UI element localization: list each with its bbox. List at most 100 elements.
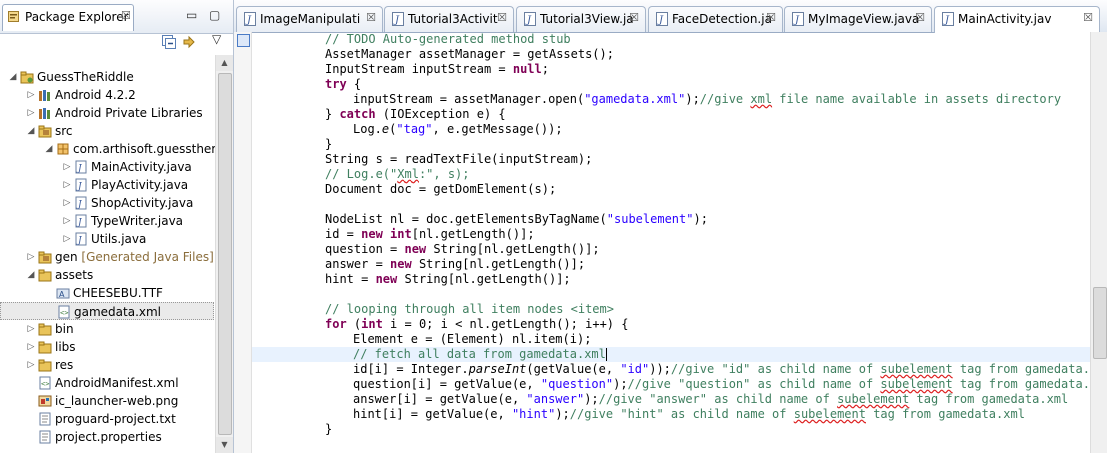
code-line[interactable]: InputStream inputStream = null; [252, 62, 1090, 77]
code-line[interactable]: answer = new String[nl.getLength()]; [252, 257, 1090, 272]
expand-twisty-icon[interactable]: ▷ [26, 86, 36, 104]
code-line[interactable]: for (int i = 0; i < nl.getLength(); i++)… [252, 317, 1090, 332]
collapse-twisty-icon[interactable]: ◢ [26, 266, 36, 284]
expand-twisty-icon[interactable]: ▷ [26, 356, 36, 374]
editor-tab-bar: J ImageManipulati ☒ J Tutorial3Activit ☒ J Tuto… [234, 0, 1107, 33]
close-icon[interactable]: ☒ [121, 9, 131, 22]
java-file-icon: J [392, 12, 404, 26]
code-line[interactable]: Log.e("tag", e.getMessage()); [252, 122, 1090, 137]
close-icon[interactable]: ☒ [497, 11, 507, 24]
code-line[interactable]: AssetManager assetManager = getAssets(); [252, 47, 1090, 62]
code-line[interactable]: id = new int[nl.getLength()]; [252, 227, 1090, 242]
expand-twisty-icon[interactable]: ▷ [62, 176, 72, 194]
java-file-icon: J [244, 12, 256, 26]
svg-text:J: J [793, 15, 800, 26]
expand-twisty-icon[interactable]: ▷ [26, 248, 36, 266]
tree-item[interactable]: ▷ J Utils.java [0, 230, 214, 248]
code-line[interactable] [252, 197, 1090, 212]
editor-tab[interactable]: J Tutorial3Activit ☒ [384, 6, 514, 32]
collapse-all-icon[interactable] [162, 35, 176, 49]
bookmark-marker-icon[interactable] [237, 34, 250, 47]
close-icon[interactable]: ☒ [766, 11, 776, 24]
tree-item[interactable]: ▷ libs [0, 338, 214, 356]
current-code-line[interactable]: // fetch all data from gamedata.xml [252, 347, 1090, 362]
tree-item[interactable]: ◢ GuessTheRiddle [0, 68, 214, 86]
code-line[interactable]: answer[i] = getValue(e, "answer");//give… [252, 392, 1090, 407]
code-line-text: Document doc = getDomElement(s); [325, 182, 557, 196]
code-line[interactable]: try { [252, 77, 1090, 92]
collapse-twisty-icon[interactable]: ◢ [44, 140, 54, 158]
editor-tab[interactable]: J FaceDetection.ja ☒ [648, 6, 783, 32]
tree-item[interactable]: ◢ assets [0, 266, 214, 284]
tree-item[interactable]: ▷ J TypeWriter.java [0, 212, 214, 230]
editor-scroll-thumb[interactable] [1093, 287, 1107, 359]
code-line[interactable] [252, 287, 1090, 302]
tree-item[interactable]: ◢ com.arthisoft.guesstheri [0, 140, 220, 158]
tree-item[interactable]: ◢ src [0, 122, 214, 140]
editor-tab[interactable]: J MainActivity.jav ☒ [934, 6, 1100, 33]
code-line-text: } [325, 422, 333, 436]
code-line[interactable]: hint = new String[nl.getLength()]; [252, 272, 1090, 287]
code-line-text: // fetch all data from gamedata.xml [353, 347, 607, 361]
code-area[interactable]: // TODO Auto-generated method stub AssetM… [252, 32, 1107, 453]
tree-item-label: TypeWriter.java [91, 214, 184, 228]
tree-item[interactable]: ▷ J MainActivity.java [0, 158, 214, 176]
tree-item[interactable]: ▷ J PlayActivity.java [0, 176, 214, 194]
editor-scrollbar[interactable] [1090, 32, 1107, 453]
code-line[interactable]: id[i] = Integer.parseInt(getValue(e, "id… [252, 362, 1107, 377]
close-icon[interactable]: ☒ [1083, 11, 1093, 24]
tree-item[interactable]: ▷ res [0, 356, 214, 374]
tree-item[interactable]: ▷ J ShopActivity.java [0, 194, 214, 212]
code-line[interactable]: // looping through all item nodes <item> [252, 302, 1090, 317]
scroll-up-arrow[interactable]: ▲ [216, 55, 233, 71]
close-icon[interactable]: ☒ [915, 11, 925, 24]
minimize-icon[interactable]: ▭ [186, 8, 197, 22]
expand-twisty-icon[interactable]: ▷ [62, 194, 72, 212]
scroll-thumb[interactable] [218, 73, 232, 435]
expand-twisty-icon[interactable]: ▷ [62, 212, 72, 230]
expand-twisty-icon[interactable]: ▷ [62, 230, 72, 248]
code-line[interactable]: } [252, 137, 1090, 152]
close-icon[interactable]: ☒ [366, 11, 376, 24]
editor-tab-label: MyImageView.java [808, 12, 920, 26]
code-line[interactable]: Element e = (Element) nl.item(i); [252, 332, 1090, 347]
editor-tab[interactable]: J ImageManipulati ☒ [236, 6, 383, 32]
collapse-twisty-icon[interactable]: ◢ [8, 68, 18, 86]
close-icon[interactable]: ☒ [629, 11, 639, 24]
code-line[interactable]: } catch (IOException e) { [252, 107, 1090, 122]
expand-twisty-icon[interactable]: ▷ [62, 158, 72, 176]
editor-tab[interactable]: J MyImageView.java ☒ [784, 6, 932, 32]
code-line[interactable]: question[i] = getValue(e, "question");//… [252, 377, 1107, 392]
link-with-editor-icon[interactable] [182, 35, 196, 49]
tree-item[interactable]: A CHEESEBU.TTF [0, 284, 214, 302]
code-line[interactable]: Document doc = getDomElement(s); [252, 182, 1090, 197]
code-line[interactable]: inputStream = assetManager.open("gamedat… [252, 92, 1090, 107]
code-line[interactable]: NodeList nl = doc.getElementsByTagName("… [252, 212, 1090, 227]
package-explorer-tab[interactable]: Package Explorer ☒ [2, 4, 134, 31]
code-line[interactable]: String s = readTextFile(inputStream); [252, 152, 1090, 167]
tree-item[interactable]: <> gamedata.xml [0, 302, 214, 320]
code-line[interactable]: // TODO Auto-generated method stub [252, 32, 1090, 47]
tree-item[interactable]: ▷ Android Private Libraries [0, 104, 214, 122]
code-line-text: for (int i = 0; i < nl.getLength(); i++)… [325, 317, 629, 331]
scroll-down-arrow[interactable]: ▼ [216, 437, 233, 453]
tree-item[interactable]: ▷ Android 4.2.2 [0, 86, 214, 104]
code-line[interactable]: // Log.e("Xml:", s); [252, 167, 1090, 182]
expand-twisty-icon[interactable]: ▷ [26, 320, 36, 338]
collapse-twisty-icon[interactable]: ◢ [26, 122, 36, 140]
code-line[interactable]: question = new String[nl.getLength()]; [252, 242, 1090, 257]
tree-item[interactable]: ▷ bin [0, 320, 214, 338]
tree-item[interactable]: ic_launcher-web.png [0, 392, 214, 410]
expand-twisty-icon[interactable]: ▷ [26, 104, 36, 122]
tree-item[interactable]: proguard-project.txt [0, 410, 214, 428]
view-menu-icon[interactable]: ▽ [212, 32, 221, 46]
expand-twisty-icon[interactable]: ▷ [26, 338, 36, 356]
code-line[interactable]: } [252, 422, 1090, 437]
tree-item[interactable]: <> AndroidManifest.xml [0, 374, 214, 392]
package-explorer-scrollbar[interactable]: ▲ ▼ [215, 55, 233, 453]
code-line[interactable]: hint[i] = getValue(e, "hint");//give "hi… [252, 407, 1090, 422]
maximize-icon[interactable]: ▢ [209, 8, 220, 22]
tree-item[interactable]: ▷ gen [Generated Java Files] [0, 248, 214, 266]
editor-tab[interactable]: J Tutorial3View.ja ☒ [516, 6, 646, 32]
tree-item[interactable]: project.properties [0, 428, 214, 446]
